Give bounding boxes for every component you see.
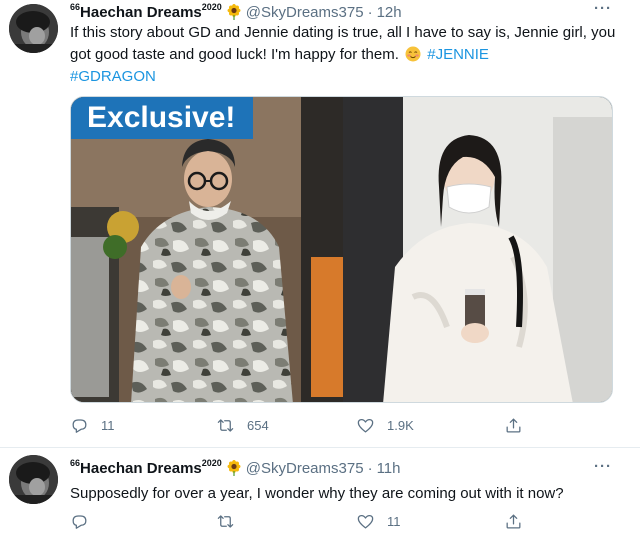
- heart-icon: [357, 418, 374, 432]
- tweet-actions: 11: [70, 511, 540, 531]
- tweet-header: 66Haechan Dreams2020 @SkyDreams375 · 12h: [70, 2, 402, 22]
- reply-button[interactable]: 11: [70, 416, 115, 435]
- display-name[interactable]: 66Haechan Dreams2020: [70, 2, 222, 21]
- photo-right: [343, 97, 612, 402]
- share-button[interactable]: [504, 512, 523, 531]
- like-count: 1.9K: [387, 417, 414, 433]
- share-icon: [506, 514, 521, 528]
- tweet-text-main: Supposedly for over a year, I wonder why…: [70, 485, 564, 502]
- sunflower-emoji: [226, 4, 242, 20]
- tweet-text-main: If this story about GD and Jennie dating…: [70, 24, 616, 63]
- heart-icon: [357, 514, 374, 528]
- separator-dot: ·: [367, 459, 373, 477]
- like-count: 11: [387, 513, 401, 529]
- timestamp[interactable]: 11h: [377, 460, 401, 477]
- share-icon: [506, 418, 521, 432]
- tweet-text: If this story about GD and Jennie dating…: [70, 22, 630, 88]
- retweet-button[interactable]: [216, 512, 247, 531]
- retweet-button[interactable]: 654: [216, 416, 269, 435]
- tweet-actions: 11 654 1.9K: [70, 415, 540, 435]
- sunflower-emoji: [226, 460, 242, 476]
- tweet-media-image[interactable]: Exclusive!: [70, 96, 613, 403]
- hashtag-link[interactable]: #GDRAGON: [70, 68, 156, 85]
- smiling-face-emoji: [405, 46, 421, 62]
- tweet[interactable]: 66Haechan Dreams2020 @SkyDreams375 · 12h: [0, 0, 640, 448]
- tweet-text: Supposedly for over a year, I wonder why…: [70, 483, 630, 505]
- photo-left: [71, 97, 343, 402]
- user-handle[interactable]: @SkyDreams375: [246, 4, 364, 21]
- like-button[interactable]: 11: [356, 512, 401, 531]
- display-name[interactable]: 66Haechan Dreams2020: [70, 458, 222, 477]
- retweet-count: 654: [247, 417, 269, 433]
- timestamp[interactable]: 12h: [377, 4, 402, 21]
- avatar[interactable]: [9, 455, 58, 504]
- hashtag-link[interactable]: #JENNIE: [427, 46, 489, 63]
- reply-count: 11: [101, 417, 115, 433]
- separator-dot: ·: [367, 3, 373, 21]
- user-handle[interactable]: @SkyDreams375: [246, 460, 364, 477]
- like-button[interactable]: 1.9K: [356, 416, 414, 435]
- tweet[interactable]: 66Haechan Dreams2020 @SkyDreams375 · 11h: [0, 449, 640, 538]
- reply-icon: [72, 514, 87, 529]
- reply-button[interactable]: [70, 512, 101, 531]
- more-icon[interactable]: ···: [594, 458, 612, 475]
- avatar[interactable]: [9, 4, 58, 53]
- retweet-icon: [217, 418, 234, 432]
- more-icon[interactable]: ···: [594, 0, 612, 17]
- share-button[interactable]: [504, 416, 523, 435]
- tweet-header: 66Haechan Dreams2020 @SkyDreams375 · 11h: [70, 458, 400, 478]
- reply-icon: [72, 418, 87, 433]
- exclusive-badge: Exclusive!: [71, 97, 254, 139]
- retweet-icon: [217, 514, 234, 528]
